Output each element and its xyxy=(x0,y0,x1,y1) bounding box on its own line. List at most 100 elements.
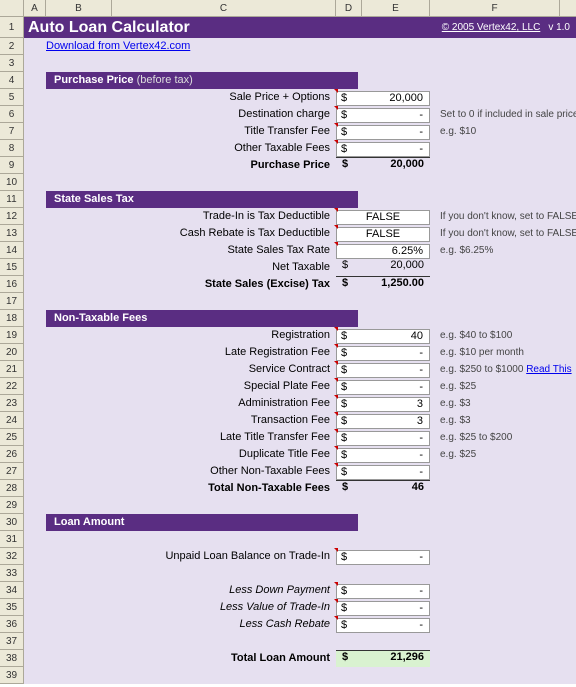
row-header[interactable]: 6 xyxy=(0,106,24,123)
hint-text: Set to 0 if included in sale price xyxy=(430,106,576,123)
purchase-total-value: $20,000 xyxy=(336,157,430,174)
field-label: Special Plate Fee xyxy=(112,378,336,395)
row-header[interactable]: 15 xyxy=(0,259,24,276)
row-header[interactable]: 20 xyxy=(0,344,24,361)
row-header[interactable]: 24 xyxy=(0,412,24,429)
row-header[interactable]: 27 xyxy=(0,463,24,480)
sale-price-input[interactable]: $20,000 xyxy=(336,91,430,106)
row-header[interactable]: 2 xyxy=(0,38,24,55)
hint-text: If you don't know, set to FALSE xyxy=(430,225,576,242)
late-title-transfer-input[interactable]: $- xyxy=(336,431,430,446)
registration-input[interactable]: $40 xyxy=(336,329,430,344)
cash-rebate-input[interactable]: $- xyxy=(336,618,430,633)
hint-text: e.g. $10 xyxy=(430,123,476,140)
row-header[interactable]: 3 xyxy=(0,55,24,72)
late-registration-input[interactable]: $- xyxy=(336,346,430,361)
row-header[interactable]: 18 xyxy=(0,310,24,327)
unpaid-balance-input[interactable]: $- xyxy=(336,550,430,565)
hint-text: If you don't know, set to FALSE xyxy=(430,208,576,225)
duplicate-title-input[interactable]: $- xyxy=(336,448,430,463)
field-label: Cash Rebate is Tax Deductible xyxy=(112,225,336,242)
tradein-deductible-input[interactable]: FALSE xyxy=(336,210,430,225)
col-header[interactable]: C xyxy=(112,0,336,16)
col-header[interactable]: A xyxy=(24,0,46,16)
row-header[interactable]: 39 xyxy=(0,667,24,684)
row-header[interactable]: 17 xyxy=(0,293,24,310)
down-payment-input[interactable]: $- xyxy=(336,584,430,599)
row-header[interactable]: 7 xyxy=(0,123,24,140)
other-taxable-fees-input[interactable]: $- xyxy=(336,142,430,157)
row-header[interactable]: 36 xyxy=(0,616,24,633)
row-header[interactable]: 19 xyxy=(0,327,24,344)
row-header[interactable]: 4 xyxy=(0,72,24,89)
service-contract-input[interactable]: $- xyxy=(336,363,430,378)
field-label: Destination charge xyxy=(112,106,336,123)
row-header[interactable]: 29 xyxy=(0,497,24,514)
col-header[interactable]: F xyxy=(430,0,560,16)
destination-charge-input[interactable]: $- xyxy=(336,108,430,123)
row-header[interactable]: 13 xyxy=(0,225,24,242)
net-taxable-value: $20,000 xyxy=(336,259,430,276)
field-label: Less Down Payment xyxy=(112,582,336,599)
administration-fee-input[interactable]: $3 xyxy=(336,397,430,412)
sales-tax-total-value: $1,250.00 xyxy=(336,276,430,293)
title-transfer-fee-input[interactable]: $- xyxy=(336,125,430,140)
copyright-label: © 2005 Vertex42, LLC xyxy=(442,22,543,33)
hint-text xyxy=(430,89,440,106)
column-headers: A B C D E F xyxy=(0,0,576,17)
row-header[interactable]: 23 xyxy=(0,395,24,412)
field-label: Other Non-Taxable Fees xyxy=(112,463,336,480)
row-header[interactable]: 9 xyxy=(0,157,24,174)
section-header-purchase: Purchase Price (before tax) xyxy=(46,72,358,89)
row-header[interactable]: 14 xyxy=(0,242,24,259)
field-label: Trade-In is Tax Deductible xyxy=(112,208,336,225)
row-header[interactable]: 16 xyxy=(0,276,24,293)
row-header[interactable]: 32 xyxy=(0,548,24,565)
transaction-fee-input[interactable]: $3 xyxy=(336,414,430,429)
row-header[interactable]: 5 xyxy=(0,89,24,106)
row-header[interactable]: 30 xyxy=(0,514,24,531)
row-header[interactable]: 11 xyxy=(0,191,24,208)
read-this-link[interactable]: Read This xyxy=(526,364,571,375)
row-header[interactable]: 31 xyxy=(0,531,24,548)
row-header[interactable]: 34 xyxy=(0,582,24,599)
section-header-nontax: Non-Taxable Fees xyxy=(46,310,358,327)
special-plate-input[interactable]: $- xyxy=(336,380,430,395)
hint-text: e.g. $3 xyxy=(430,412,471,429)
row-header[interactable]: 33 xyxy=(0,565,24,582)
row-header[interactable]: 38 xyxy=(0,650,24,667)
nontax-total-label: Total Non-Taxable Fees xyxy=(112,480,336,497)
row-header[interactable]: 21 xyxy=(0,361,24,378)
row-header[interactable]: 1 xyxy=(0,17,24,38)
hint-text: e.g. $25 xyxy=(430,378,476,395)
field-label: Unpaid Loan Balance on Trade-In xyxy=(112,548,336,565)
rebate-deductible-input[interactable]: FALSE xyxy=(336,227,430,242)
row-header[interactable]: 26 xyxy=(0,446,24,463)
row-header[interactable]: 37 xyxy=(0,633,24,650)
tradein-value-input[interactable]: $- xyxy=(336,601,430,616)
field-label: Administration Fee xyxy=(112,395,336,412)
row-header[interactable]: 35 xyxy=(0,599,24,616)
net-taxable-label: Net Taxable xyxy=(112,259,336,276)
hint-text: e.g. $25 xyxy=(430,446,476,463)
field-label: Sale Price + Options xyxy=(112,89,336,106)
field-label: Less Cash Rebate xyxy=(112,616,336,633)
download-link[interactable]: Download from Vertex42.com xyxy=(46,40,190,52)
col-header[interactable]: D xyxy=(336,0,362,16)
row-header[interactable]: 28 xyxy=(0,480,24,497)
row-header[interactable]: 10 xyxy=(0,174,24,191)
section-header-salestax: State Sales Tax xyxy=(46,191,358,208)
version-label: v 1.0 xyxy=(542,22,576,33)
total-loan-label: Total Loan Amount xyxy=(112,650,336,667)
sales-tax-rate-input[interactable]: 6.25% xyxy=(336,244,430,259)
field-label: Service Contract xyxy=(112,361,336,378)
row-header[interactable]: 25 xyxy=(0,429,24,446)
row-header[interactable]: 8 xyxy=(0,140,24,157)
col-header[interactable]: E xyxy=(362,0,430,16)
other-nontax-input[interactable]: $- xyxy=(336,465,430,480)
field-label: Registration xyxy=(112,327,336,344)
hint-text: e.g. $250 to $1000 Read This xyxy=(430,361,572,378)
row-header[interactable]: 12 xyxy=(0,208,24,225)
col-header[interactable]: B xyxy=(46,0,112,16)
row-header[interactable]: 22 xyxy=(0,378,24,395)
